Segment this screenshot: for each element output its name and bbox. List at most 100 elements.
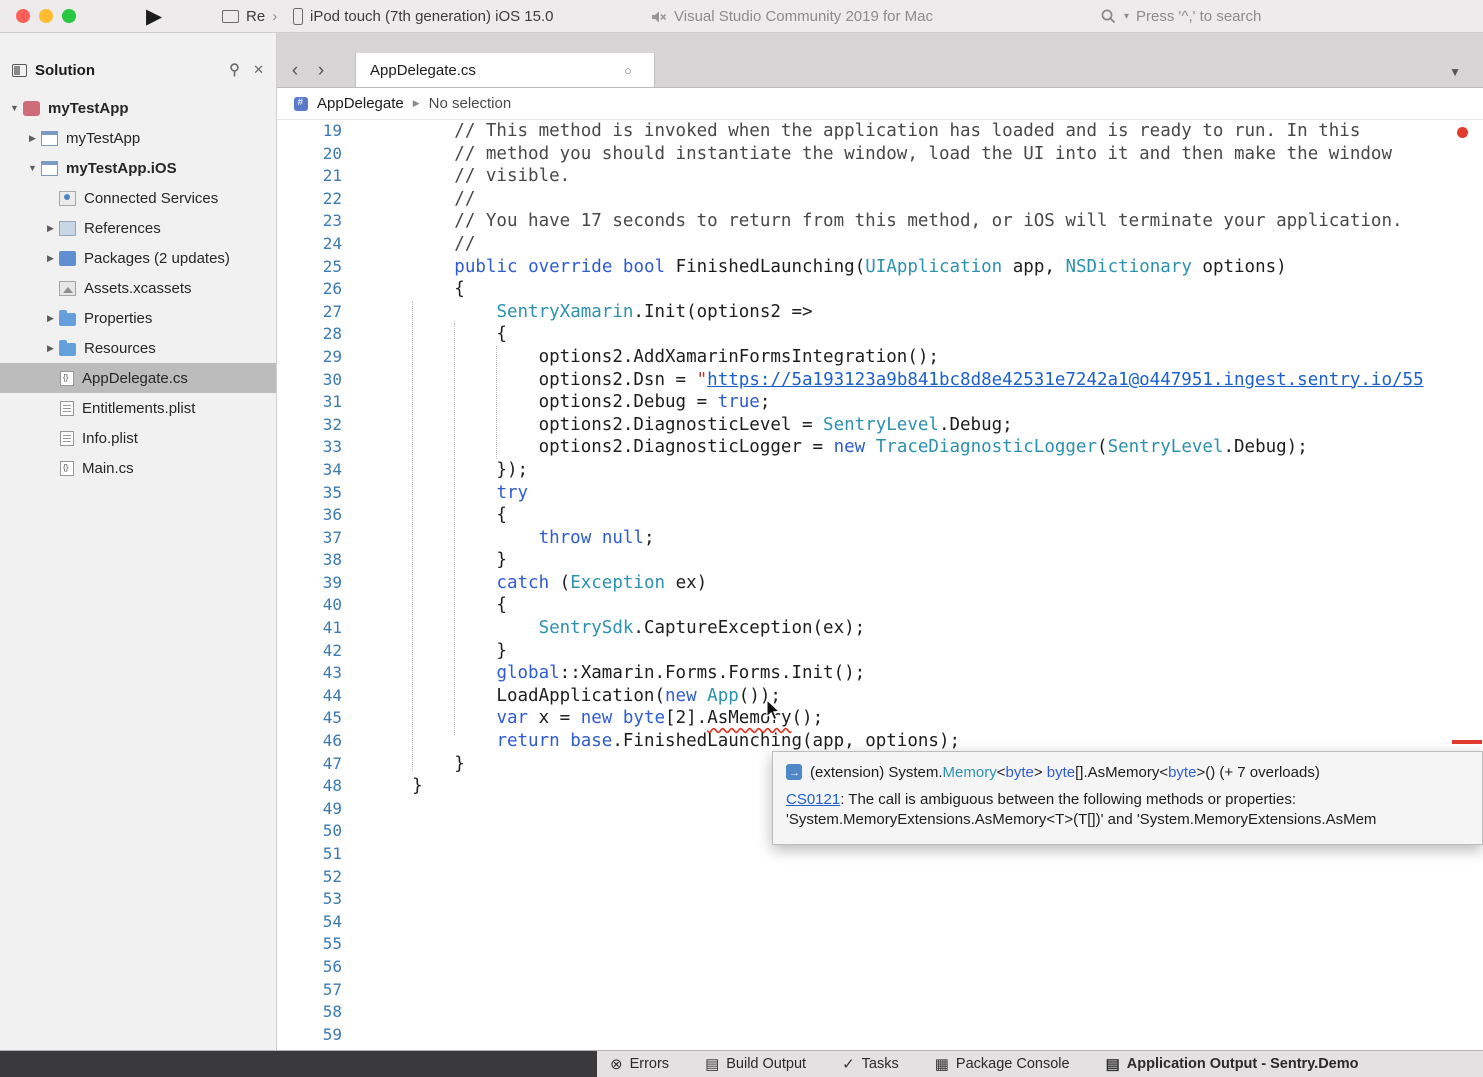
code-line[interactable]: 36 { bbox=[277, 504, 1483, 527]
tree-item-packages-2-updates[interactable]: ▶Packages (2 updates) bbox=[0, 243, 276, 273]
statusbar-package-console[interactable]: ▦Package Console bbox=[935, 1055, 1070, 1073]
line-number[interactable]: 46 bbox=[277, 730, 352, 753]
code-line[interactable]: 52 bbox=[277, 866, 1483, 889]
zoom-window-button[interactable] bbox=[62, 9, 76, 23]
tree-item-mytestapp[interactable]: ▶myTestApp bbox=[0, 123, 276, 153]
line-number[interactable]: 53 bbox=[277, 888, 352, 911]
statusbar-errors[interactable]: ⊗Errors bbox=[610, 1055, 669, 1073]
code-line[interactable]: 32 options2.DiagnosticLevel = SentryLeve… bbox=[277, 414, 1483, 437]
line-number[interactable]: 39 bbox=[277, 572, 352, 595]
tree-item-info-plist[interactable]: Info.plist bbox=[0, 423, 276, 453]
code-line[interactable]: 46 return base.FinishedLaunching(app, op… bbox=[277, 730, 1483, 753]
code-line[interactable]: 25 public override bool FinishedLaunchin… bbox=[277, 256, 1483, 279]
close-window-button[interactable] bbox=[16, 9, 30, 23]
tree-item-assets-xcassets[interactable]: Assets.xcassets bbox=[0, 273, 276, 303]
code-line[interactable]: 53 bbox=[277, 888, 1483, 911]
code-line[interactable]: 51 bbox=[277, 843, 1483, 866]
line-number[interactable]: 54 bbox=[277, 911, 352, 934]
device-selector[interactable]: iPod touch (7th generation) iOS 15.0 bbox=[293, 0, 554, 33]
tree-item-mytestapp[interactable]: ▼myTestApp bbox=[0, 93, 276, 123]
code-line[interactable]: 19 // This method is invoked when the ap… bbox=[277, 120, 1483, 143]
line-number[interactable]: 49 bbox=[277, 798, 352, 821]
line-number[interactable]: 41 bbox=[277, 617, 352, 640]
code-line[interactable]: 34 }); bbox=[277, 459, 1483, 482]
tree-item-references[interactable]: ▶References bbox=[0, 213, 276, 243]
close-icon[interactable]: ✕ bbox=[253, 62, 264, 78]
statusbar-application-output[interactable]: ▤Application Output - Sentry.Demo bbox=[1106, 1055, 1359, 1073]
line-number[interactable]: 38 bbox=[277, 549, 352, 572]
code-line[interactable]: 23 // You have 17 seconds to return from… bbox=[277, 210, 1483, 233]
pin-icon[interactable] bbox=[228, 63, 241, 77]
code-line[interactable]: 40 { bbox=[277, 594, 1483, 617]
line-number[interactable]: 59 bbox=[277, 1024, 352, 1047]
line-number[interactable]: 27 bbox=[277, 301, 352, 324]
run-button[interactable]: ▶ bbox=[146, 2, 162, 32]
line-number[interactable]: 50 bbox=[277, 820, 352, 843]
code-line[interactable]: 55 bbox=[277, 933, 1483, 956]
breadcrumb-class[interactable]: AppDelegate bbox=[317, 95, 404, 112]
code-line[interactable]: 59 bbox=[277, 1024, 1483, 1047]
code-line[interactable]: 58 bbox=[277, 1001, 1483, 1024]
modified-indicator-icon[interactable]: ○ bbox=[624, 63, 632, 78]
code-line[interactable]: 57 bbox=[277, 979, 1483, 1002]
code-line[interactable]: 21 // visible. bbox=[277, 165, 1483, 188]
code-line[interactable]: 39 catch (Exception ex) bbox=[277, 572, 1483, 595]
code-line[interactable]: 22 // bbox=[277, 188, 1483, 211]
line-number[interactable]: 57 bbox=[277, 979, 352, 1002]
code-line[interactable]: 45 var x = new byte[2].AsMemory(); bbox=[277, 707, 1483, 730]
code-line[interactable]: 28 { bbox=[277, 323, 1483, 346]
chevron-down-icon[interactable]: ▼ bbox=[24, 163, 41, 173]
code-line[interactable]: 29 options2.AddXamarinFormsIntegration()… bbox=[277, 346, 1483, 369]
line-number[interactable]: 19 bbox=[277, 120, 352, 143]
line-number[interactable]: 43 bbox=[277, 662, 352, 685]
line-number[interactable]: 56 bbox=[277, 956, 352, 979]
code-line[interactable]: 31 options2.Debug = true; bbox=[277, 391, 1483, 414]
line-number[interactable]: 55 bbox=[277, 933, 352, 956]
tree-item-resources[interactable]: ▶Resources bbox=[0, 333, 276, 363]
code-line[interactable]: 24 // bbox=[277, 233, 1483, 256]
code-editor[interactable]: 19 // This method is invoked when the ap… bbox=[277, 120, 1483, 1050]
code-line[interactable]: 54 bbox=[277, 911, 1483, 934]
line-number[interactable]: 24 bbox=[277, 233, 352, 256]
line-number[interactable]: 51 bbox=[277, 843, 352, 866]
chevron-right-icon[interactable]: ▶ bbox=[42, 253, 59, 264]
line-number[interactable]: 48 bbox=[277, 775, 352, 798]
chevron-right-icon[interactable]: ▶ bbox=[42, 343, 59, 354]
tree-item-mytestapp-ios[interactable]: ▼myTestApp.iOS bbox=[0, 153, 276, 183]
line-number[interactable]: 47 bbox=[277, 753, 352, 776]
line-number[interactable]: 28 bbox=[277, 323, 352, 346]
code-line[interactable]: 41 SentrySdk.CaptureException(ex); bbox=[277, 617, 1483, 640]
line-number[interactable]: 29 bbox=[277, 346, 352, 369]
navigate-back-button[interactable]: ‹ bbox=[285, 60, 305, 82]
breadcrumb-selection[interactable]: No selection bbox=[429, 95, 512, 112]
chevron-down-icon[interactable]: ▼ bbox=[6, 103, 23, 113]
tab-appdelegate-cs[interactable]: AppDelegate.cs ○ bbox=[355, 53, 655, 87]
tree-item-entitlements-plist[interactable]: Entitlements.plist bbox=[0, 393, 276, 423]
code-line[interactable]: 56 bbox=[277, 956, 1483, 979]
code-line[interactable]: 44 LoadApplication(new App()); bbox=[277, 685, 1483, 708]
sentry-dsn-link[interactable]: https://5a193123a9b841bc8d8e42531e7242a1… bbox=[707, 370, 1423, 390]
error-code-link[interactable]: CS0121 bbox=[786, 791, 840, 808]
line-number[interactable]: 25 bbox=[277, 256, 352, 279]
line-number[interactable]: 26 bbox=[277, 278, 352, 301]
tab-list-dropdown-icon[interactable]: ▼ bbox=[1449, 65, 1461, 79]
code-line[interactable]: 27 SentryXamarin.Init(options2 => bbox=[277, 301, 1483, 324]
code-line[interactable]: 43 global::Xamarin.Forms.Forms.Init(); bbox=[277, 662, 1483, 685]
line-number[interactable]: 21 bbox=[277, 165, 352, 188]
navigate-forward-button[interactable]: › bbox=[311, 60, 331, 82]
chevron-right-icon[interactable]: ▶ bbox=[42, 313, 59, 324]
line-number[interactable]: 45 bbox=[277, 707, 352, 730]
statusbar-build-output[interactable]: ▤Build Output bbox=[705, 1055, 806, 1073]
line-number[interactable]: 23 bbox=[277, 210, 352, 233]
line-number[interactable]: 42 bbox=[277, 640, 352, 663]
line-number[interactable]: 36 bbox=[277, 504, 352, 527]
code-line[interactable]: 33 options2.DiagnosticLogger = new Trace… bbox=[277, 436, 1483, 459]
tree-item-connected-services[interactable]: Connected Services bbox=[0, 183, 276, 213]
tree-item-appdelegate-cs[interactable]: AppDelegate.cs bbox=[0, 363, 276, 393]
code-line[interactable]: 42 } bbox=[277, 640, 1483, 663]
code-line[interactable]: 38 } bbox=[277, 549, 1483, 572]
minimize-window-button[interactable] bbox=[39, 9, 53, 23]
line-number[interactable]: 40 bbox=[277, 594, 352, 617]
code-line[interactable]: 37 throw null; bbox=[277, 527, 1483, 550]
code-line[interactable]: 35 try bbox=[277, 482, 1483, 505]
